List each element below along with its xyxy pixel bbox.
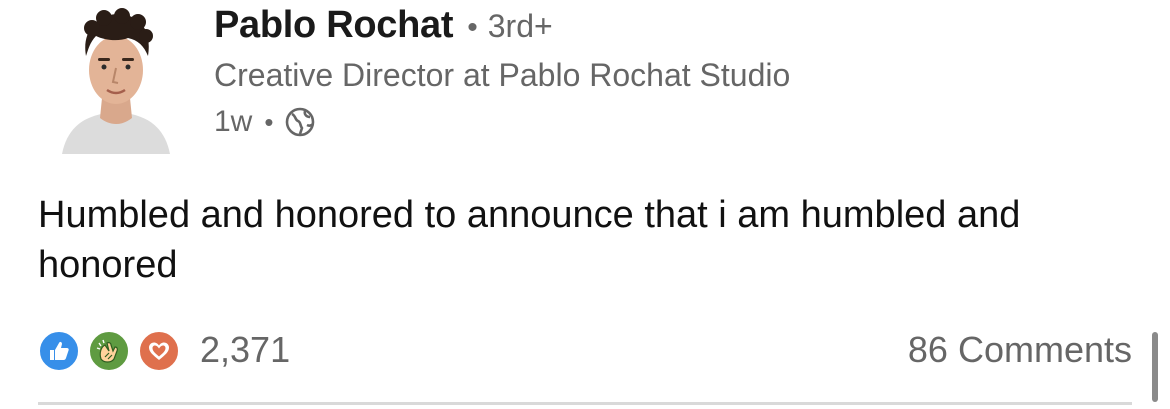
globe-icon: [283, 105, 317, 139]
comments-count[interactable]: 86 Comments: [908, 329, 1132, 371]
reactions-summary[interactable]: 2,371: [38, 328, 290, 372]
post-text: Humbled and honored to announce that i a…: [38, 194, 1021, 286]
feed-post: Pablo Rochat • 3rd+ Creative Director at…: [0, 0, 1170, 409]
avatar-photo: [62, 8, 170, 154]
like-icon: [38, 330, 80, 372]
reaction-count[interactable]: 2,371: [200, 329, 290, 371]
post-meta: 1w •: [214, 100, 790, 144]
divider: [38, 402, 1132, 405]
avatar[interactable]: [58, 6, 174, 154]
author-row: Pablo Rochat • 3rd+: [214, 4, 790, 54]
celebrate-icon: [88, 330, 130, 372]
separator-dot: •: [264, 106, 274, 137]
post-header: Pablo Rochat • 3rd+ Creative Director at…: [214, 4, 790, 144]
author-headline: Creative Director at Pablo Rochat Studio: [214, 57, 791, 93]
separator-dot: •: [467, 11, 478, 44]
author-name[interactable]: Pablo Rochat: [214, 4, 454, 47]
love-icon: [138, 330, 180, 372]
reaction-icons: [38, 328, 188, 372]
post-timestamp: 1w: [214, 105, 253, 138]
social-counts: 2,371 86 Comments: [38, 322, 1132, 378]
scrollbar[interactable]: [1152, 332, 1158, 402]
connection-degree: 3rd+: [487, 8, 553, 44]
